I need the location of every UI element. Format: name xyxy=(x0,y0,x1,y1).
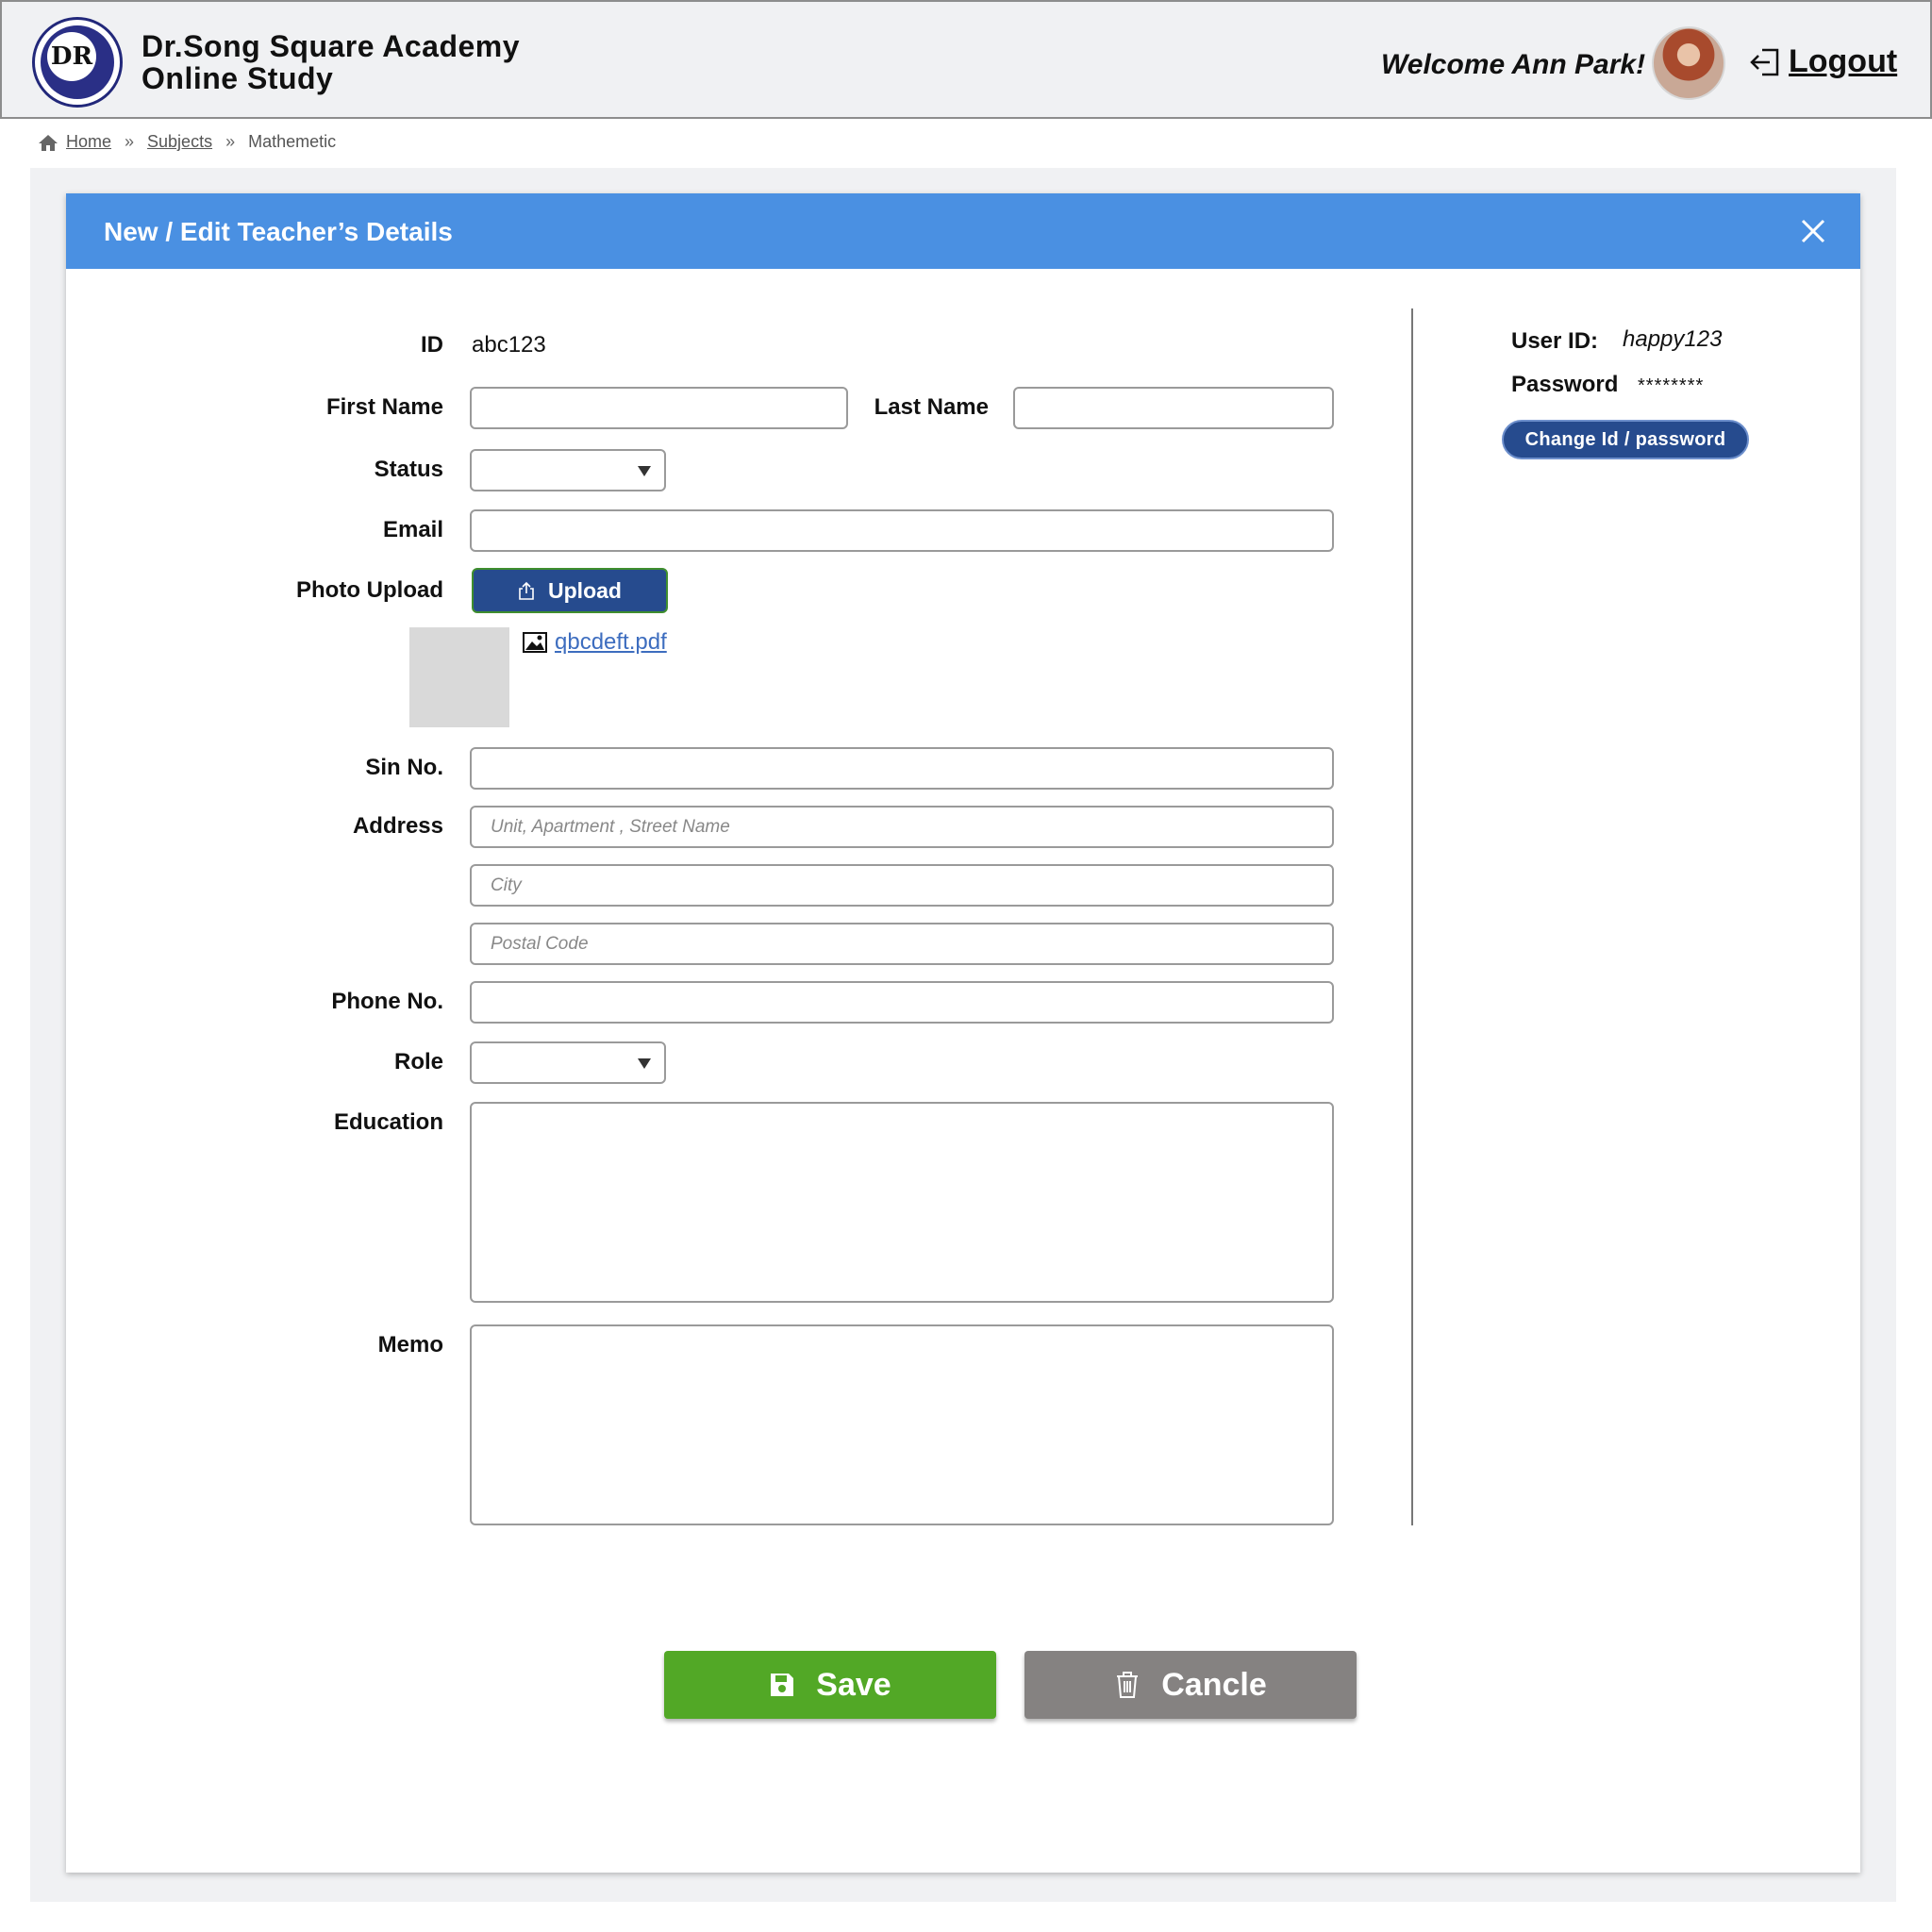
upload-label: Upload xyxy=(548,577,622,603)
academy-logo: DR xyxy=(32,17,123,108)
image-icon xyxy=(523,632,547,653)
password-value: ******** xyxy=(1638,375,1705,396)
breadcrumb-home[interactable]: Home xyxy=(66,132,111,152)
id-value: abc123 xyxy=(472,332,546,358)
change-credentials-button[interactable]: Change Id / password xyxy=(1502,420,1749,459)
uploaded-file: qbcdeft.pdf xyxy=(523,629,667,656)
cancel-label: Cancle xyxy=(1161,1666,1267,1703)
app-header: DR Dr.Song Square Academy Online Study W… xyxy=(0,0,1932,119)
memo-label: Memo xyxy=(377,1332,443,1357)
education-label: Education xyxy=(333,1109,443,1135)
password-label: Password xyxy=(1511,372,1619,397)
save-icon xyxy=(771,1674,794,1696)
logout-label: Logout xyxy=(1789,43,1898,79)
address-label: Address xyxy=(352,813,443,839)
logout-icon xyxy=(1750,48,1779,75)
email-input[interactable] xyxy=(470,509,1334,552)
teacher-details-modal: New / Edit Teacher’s Details ID abc123 F… xyxy=(66,193,1860,1873)
user-id-value: happy123 xyxy=(1623,326,1723,352)
logo-monogram: DR xyxy=(47,32,96,81)
save-button[interactable]: Save xyxy=(664,1651,996,1719)
home-icon[interactable] xyxy=(38,133,58,152)
id-label: ID xyxy=(421,332,443,358)
logout-button[interactable]: Logout xyxy=(1749,43,1897,80)
breadcrumb: Home » Subjects » Mathemetic xyxy=(38,132,336,152)
address-street-input[interactable] xyxy=(470,806,1334,848)
last-name-input[interactable] xyxy=(1013,387,1334,429)
photo-upload-label: Photo Upload xyxy=(296,577,443,603)
file-link[interactable]: qbcdeft.pdf xyxy=(555,629,667,656)
sin-label: Sin No. xyxy=(365,755,443,780)
user-avatar[interactable] xyxy=(1652,26,1725,100)
status-select[interactable] xyxy=(470,449,666,491)
brand-title: Dr.Song Square Academy Online Study xyxy=(142,30,520,94)
close-icon[interactable] xyxy=(1798,216,1828,246)
address-city-input[interactable] xyxy=(470,864,1334,907)
trash-icon xyxy=(1117,1672,1139,1698)
breadcrumb-subjects[interactable]: Subjects xyxy=(147,132,212,152)
address-postal-input[interactable] xyxy=(470,923,1334,965)
upload-icon xyxy=(519,581,534,600)
save-label: Save xyxy=(816,1666,891,1703)
brand-line-1: Dr.Song Square Academy xyxy=(142,29,521,63)
upload-button[interactable]: Upload xyxy=(472,568,668,613)
phone-label: Phone No. xyxy=(331,989,443,1014)
breadcrumb-separator-icon: » xyxy=(125,132,135,151)
phone-input[interactable] xyxy=(470,981,1334,1024)
breadcrumb-separator-icon: » xyxy=(225,132,236,151)
role-select[interactable] xyxy=(470,1041,666,1084)
panel-divider xyxy=(1411,308,1413,1525)
welcome-message: Welcome Ann Park! xyxy=(1381,49,1646,80)
email-label: Email xyxy=(382,517,443,542)
cancel-button[interactable]: Cancle xyxy=(1024,1651,1357,1719)
memo-textarea[interactable] xyxy=(470,1324,1334,1525)
role-label: Role xyxy=(393,1049,443,1074)
chevron-down-icon xyxy=(638,1058,651,1069)
chevron-down-icon xyxy=(638,466,651,476)
photo-thumbnail xyxy=(409,627,509,727)
breadcrumb-current: Mathemetic xyxy=(248,132,337,151)
brand-line-2: Online Study xyxy=(142,61,334,95)
user-id-label: User ID: xyxy=(1511,328,1599,354)
modal-title: New / Edit Teacher’s Details xyxy=(104,217,453,246)
last-name-label: Last Name xyxy=(874,394,989,420)
modal-header: New / Edit Teacher’s Details xyxy=(66,193,1860,269)
first-name-label: First Name xyxy=(325,394,443,420)
education-textarea[interactable] xyxy=(470,1102,1334,1303)
sin-input[interactable] xyxy=(470,747,1334,790)
status-label: Status xyxy=(374,457,443,482)
